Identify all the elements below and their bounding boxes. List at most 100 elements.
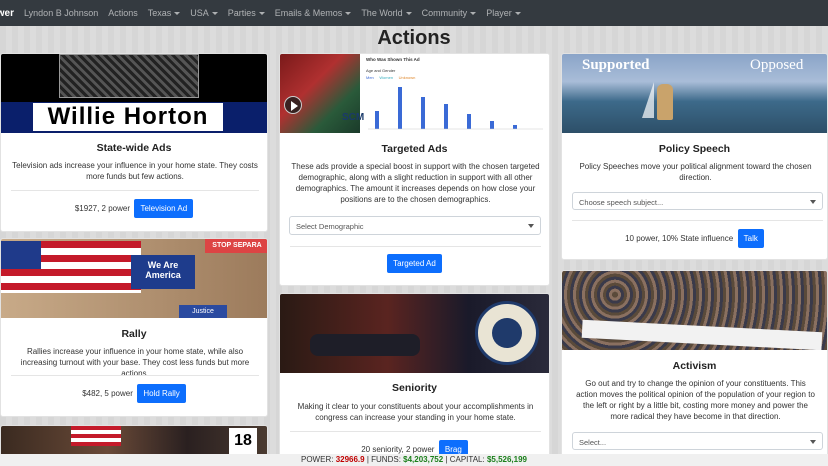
card-rally: We Are America STOP SEPARA Justice Rally…: [0, 238, 268, 417]
divider: [11, 375, 259, 376]
divider: [290, 246, 541, 247]
image-mini-chart: [368, 87, 543, 130]
image-number-sign: 18: [229, 428, 257, 454]
legend-men: Men: [366, 75, 374, 80]
talk-button[interactable]: Talk: [737, 229, 764, 248]
divider: [11, 190, 259, 191]
play-icon[interactable]: [284, 96, 302, 114]
card-targeted-ads: SCM Who Was Shown This Ad Age and Gender…: [279, 53, 550, 286]
policy-speech-image: Supported Opposed: [562, 54, 827, 133]
select-value: Select Demographic: [296, 222, 364, 231]
nav-item-player-name[interactable]: Lyndon B Johnson: [24, 8, 98, 18]
cost-label: 10 power, 10% State influence: [625, 234, 734, 243]
cost-label: $482, 5 power: [82, 389, 133, 398]
image-sign-text: We Are America: [145, 260, 181, 280]
chevron-down-icon: [470, 12, 477, 16]
nav-label: USA: [190, 8, 209, 18]
action-row: Targeted Ad: [280, 254, 549, 273]
image-left-text: Supported: [582, 57, 650, 73]
divider: [290, 431, 541, 432]
card-title: Rally: [121, 328, 147, 340]
play-triangle: [291, 101, 298, 111]
image-banner: STOP SEPARA: [205, 239, 267, 253]
demographic-select[interactable]: Select Demographic: [289, 216, 541, 235]
image-seal-inner: [492, 318, 522, 348]
nav-label: Texas: [147, 8, 172, 18]
action-row: $1927, 2 power Television Ad: [1, 199, 267, 218]
card-text: Making it clear to your constituents abo…: [297, 402, 534, 422]
nav-item-texas[interactable]: Texas: [148, 8, 181, 18]
nav-item-parties[interactable]: Parties: [228, 8, 265, 18]
card-title: State-wide Ads: [96, 142, 172, 154]
card-text: Policy Speeches move your political alig…: [579, 162, 812, 182]
speech-subject-select[interactable]: Choose speech subject...: [572, 192, 823, 210]
top-navbar: wer Lyndon B Johnson Actions Texas USA P…: [0, 0, 828, 26]
nav-item-actions[interactable]: Actions: [108, 8, 138, 18]
image-sail: [642, 82, 654, 118]
image-figure: [657, 84, 673, 120]
select-value: Choose speech subject...: [579, 198, 664, 207]
page-title: Actions: [377, 27, 451, 49]
nav-item-the-world[interactable]: The World: [361, 8, 412, 18]
image-bar: [398, 87, 402, 129]
targeted-ad-button[interactable]: Targeted Ad: [387, 254, 442, 273]
capital-value: $5,526,199: [486, 455, 527, 464]
divider: [572, 220, 823, 221]
television-ad-button[interactable]: Television Ad: [134, 199, 194, 218]
action-row: $482, 5 power Hold Rally: [1, 384, 267, 403]
select-value: Select...: [579, 438, 607, 447]
card-title: Activism: [672, 360, 717, 372]
chevron-down-icon: [810, 440, 816, 444]
nav-item-community[interactable]: Community: [422, 8, 477, 18]
chevron-down-icon: [514, 12, 521, 16]
power-label: POWER:: [301, 455, 334, 464]
card-title: Seniority: [392, 382, 437, 394]
image-bar: [467, 114, 471, 129]
image-bar: [444, 104, 448, 129]
card-seniority: Seniority Making it clear to your consti…: [279, 293, 550, 466]
nav-label: Actions: [108, 8, 138, 18]
targeted-ad-image: SCM Who Was Shown This Ad Age and Gender…: [280, 54, 549, 133]
image-right-text: Opposed: [750, 57, 804, 73]
cost-label: $1927, 2 power: [74, 204, 130, 213]
nav-item-usa[interactable]: USA: [190, 8, 218, 18]
chevron-down-icon: [528, 224, 534, 228]
image-bar: [490, 121, 494, 129]
nav-label: Lyndon B Johnson: [24, 8, 99, 18]
brand-logo[interactable]: wer: [0, 8, 14, 19]
action-row: 10 power, 10% State influence Talk: [562, 229, 827, 248]
hold-rally-button[interactable]: Hold Rally: [137, 384, 186, 403]
nav-label: Player: [486, 8, 512, 18]
funds-value: $4,203,752: [403, 455, 444, 464]
card-text: Go out and try to change the opinion of …: [576, 379, 815, 421]
chevron-down-icon: [810, 200, 816, 204]
image-bar: [421, 97, 425, 129]
funds-label: FUNDS:: [371, 455, 401, 464]
image-sign: We Are America: [131, 255, 195, 289]
nav-label: Community: [421, 8, 468, 18]
card-title: Policy Speech: [658, 143, 731, 155]
legend-unknown: Unknown: [398, 75, 416, 80]
image-bar: [513, 125, 517, 129]
card-policy-speech: Supported Opposed Policy Speech Policy S…: [561, 53, 828, 260]
card-activism: Activism Go out and try to change the op…: [561, 270, 828, 466]
image-arm: [310, 334, 420, 356]
image-flag: [71, 426, 121, 446]
card-statewide-ads: Willie Horton State-wide Ads Television …: [0, 53, 268, 232]
statewide-ad-image: Willie Horton: [1, 54, 267, 133]
activism-direction-select[interactable]: Select...: [572, 432, 823, 450]
activism-image: [562, 271, 827, 350]
image-bottom-sign: Justice: [179, 305, 227, 318]
legend-women: Women: [379, 75, 394, 80]
image-caption: Willie Horton: [33, 103, 223, 131]
image-portrait: [59, 54, 199, 98]
card-text: Television ads increase your influence i…: [12, 161, 258, 181]
nav-item-emails-memos[interactable]: Emails & Memos: [275, 8, 352, 18]
power-value: 32966.9: [335, 455, 365, 464]
nav-label: Parties: [227, 8, 256, 18]
image-bar: [375, 111, 379, 129]
nav-item-player[interactable]: Player: [486, 8, 521, 18]
chevron-down-icon: [211, 12, 218, 16]
image-logo-fragment: SCM: [342, 112, 365, 123]
image-chart-legend: Men Women Unknown: [366, 75, 415, 80]
